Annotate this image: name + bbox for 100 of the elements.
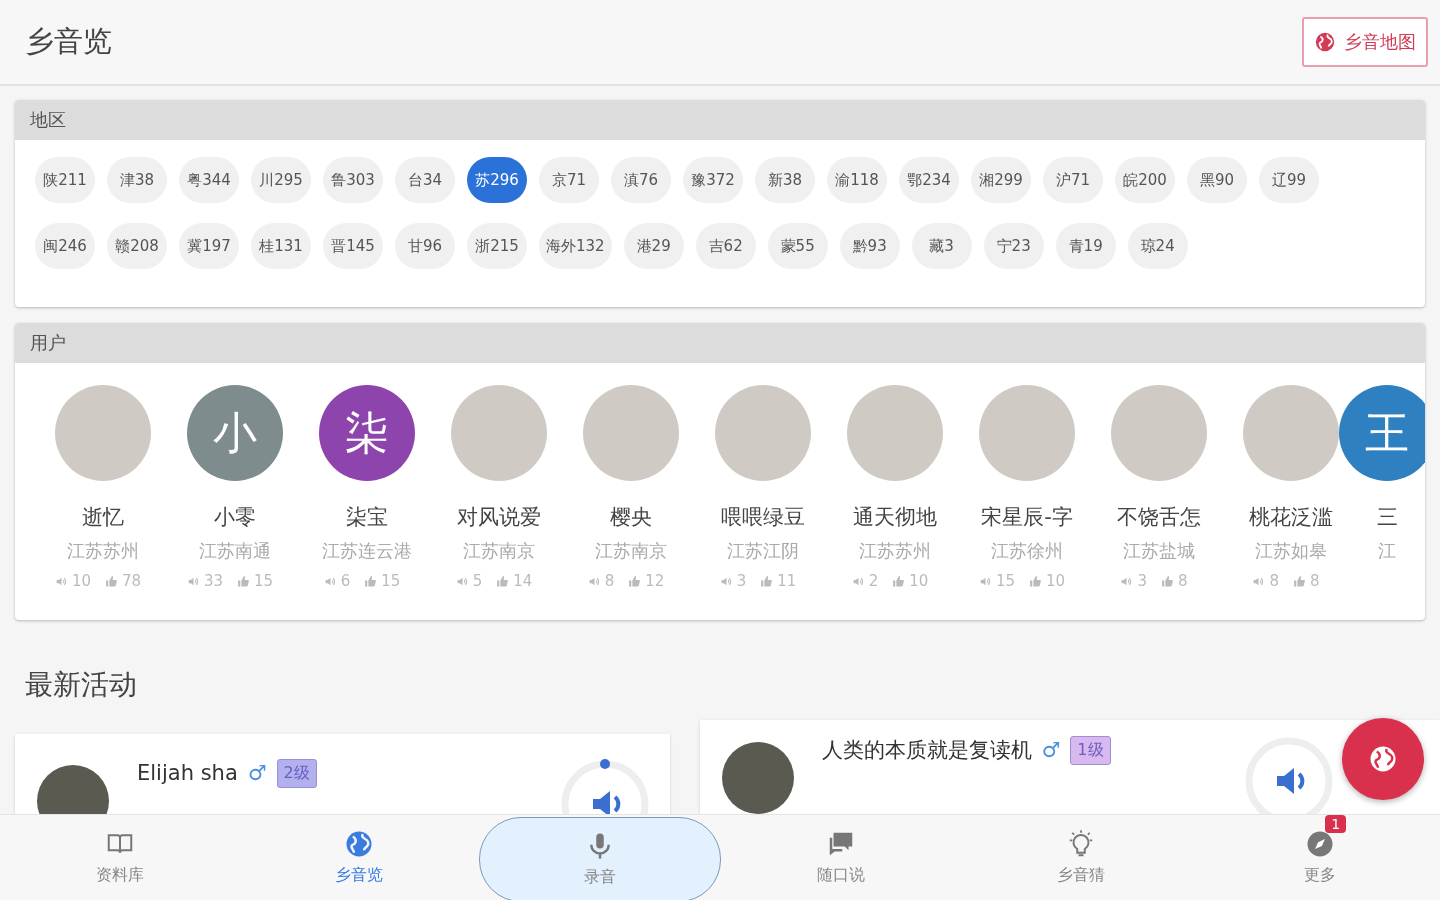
- globe-icon: [1314, 31, 1336, 53]
- page-title: 乡音览: [25, 23, 112, 60]
- nav-tab[interactable]: 乡音览: [239, 815, 480, 900]
- recordings-count: 8: [1269, 572, 1279, 590]
- region-chip[interactable]: 琼24: [1127, 223, 1188, 269]
- nav-tab[interactable]: 1 更多: [1200, 815, 1440, 900]
- region-chip[interactable]: 蒙55: [767, 223, 828, 269]
- region-chip[interactable]: 海外132: [539, 223, 612, 269]
- map-button[interactable]: 乡音地图: [1302, 17, 1428, 67]
- section-header: 地区: [15, 100, 1425, 140]
- likes-count: 8: [1310, 572, 1320, 590]
- user-name: 不饶舌怎: [1117, 504, 1201, 531]
- thumbs-up-icon: [1293, 574, 1306, 588]
- recordings-count: 3: [1137, 572, 1147, 590]
- thumbs-up-icon: [105, 574, 118, 588]
- user-name: 对风说爱: [457, 504, 541, 531]
- user-location: 江苏南京: [595, 539, 667, 563]
- play-button[interactable]: [1244, 736, 1334, 814]
- region-chip[interactable]: 甘96: [395, 223, 455, 269]
- user-location: 江苏江阴: [727, 539, 799, 563]
- region-chip[interactable]: 桂131: [251, 223, 311, 269]
- recordings-count: 2: [868, 572, 879, 590]
- likes-count: 14: [513, 572, 533, 590]
- thumbs-up-icon: [1161, 574, 1174, 588]
- user-name: 樱央: [610, 504, 652, 531]
- region-chip[interactable]: 冀197: [179, 223, 239, 269]
- notification-badge: 1: [1325, 815, 1347, 833]
- user-location: 江: [1378, 539, 1396, 563]
- region-chip[interactable]: 陕211: [35, 157, 95, 203]
- likes-count: 15: [254, 572, 274, 590]
- recordings-count: 5: [472, 572, 483, 590]
- region-chip[interactable]: 川295: [251, 157, 311, 203]
- gender-symbol: ♂: [247, 759, 267, 787]
- user-location: 江苏苏州: [67, 539, 139, 563]
- level-badge: 1级: [1070, 736, 1111, 765]
- thumbs-up-icon: [628, 574, 642, 588]
- user-location: 江苏徐州: [991, 539, 1063, 563]
- region-chip[interactable]: 黑90: [1187, 157, 1247, 203]
- region-chip[interactable]: 赣208: [107, 223, 167, 269]
- section-title: 最新活动: [25, 667, 137, 703]
- region-chip[interactable]: 湘299: [971, 157, 1031, 203]
- level-badge: 2级: [276, 759, 317, 788]
- thumbs-up-icon: [760, 574, 774, 588]
- region-chip[interactable]: 鄂234: [899, 157, 959, 203]
- thumbs-up-icon: [892, 574, 906, 588]
- recordings-count: 15: [995, 572, 1015, 590]
- region-chip[interactable]: 浙215: [467, 223, 527, 269]
- user-location: 江苏盐城: [1123, 539, 1195, 563]
- region-chip[interactable]: 晋145: [323, 223, 383, 269]
- region-chip[interactable]: 豫372: [683, 157, 743, 203]
- thumbs-up-icon: [1029, 574, 1042, 588]
- region-chip[interactable]: 青19: [1055, 223, 1116, 269]
- region-chip[interactable]: 闽246: [35, 223, 95, 269]
- region-chip[interactable]: 苏296: [467, 157, 527, 203]
- user-name: 三: [1376, 504, 1398, 531]
- recordings-count: 6: [340, 572, 351, 590]
- likes-count: 12: [645, 572, 665, 590]
- region-chip[interactable]: 辽99: [1259, 157, 1319, 203]
- region-chip[interactable]: 津38: [107, 157, 167, 203]
- user-name: 喂喂绿豆: [721, 504, 805, 531]
- user-name: 宋星辰-字: [981, 504, 1073, 531]
- region-chip[interactable]: 粤344: [179, 157, 239, 203]
- user-name: 逝忆: [82, 504, 124, 531]
- region-chip[interactable]: 沪71: [1043, 157, 1103, 203]
- recordings-count: 3: [736, 572, 747, 590]
- user-name: 人类的本质就是复读机: [821, 736, 1032, 764]
- recordings-count: 8: [604, 572, 615, 590]
- region-chip[interactable]: 藏3: [911, 223, 972, 269]
- likes-count: 10: [909, 572, 929, 590]
- user-name: 柒宝: [346, 504, 388, 531]
- user-avatar[interactable]: 柒: [319, 385, 415, 481]
- likes-count: 15: [381, 572, 401, 590]
- user-location: 江苏苏州: [859, 539, 931, 563]
- region-chip[interactable]: 吉62: [695, 223, 756, 269]
- gender-symbol: ♂: [1041, 736, 1061, 764]
- likes-count: 11: [777, 572, 797, 590]
- region-chip[interactable]: 台34: [395, 157, 455, 203]
- user-name: 小零: [214, 504, 256, 531]
- recordings-count: 10: [71, 572, 91, 590]
- region-chip[interactable]: 新38: [755, 157, 815, 203]
- thumbs-up-icon: [237, 574, 250, 588]
- region-chip[interactable]: 宁23: [983, 223, 1044, 269]
- region-chip[interactable]: 皖200: [1115, 157, 1175, 203]
- region-chip[interactable]: 黔93: [839, 223, 900, 269]
- likes-count: 78: [122, 572, 142, 590]
- section-header: 用户: [15, 323, 1425, 363]
- region-chip[interactable]: 渝118: [827, 157, 887, 203]
- user-name: 通天彻地: [853, 504, 937, 531]
- region-chip[interactable]: 港29: [623, 223, 684, 269]
- region-chip[interactable]: 鲁303: [323, 157, 383, 203]
- thumbs-up-icon: [496, 574, 510, 588]
- user-name: Elijah sha: [137, 759, 238, 787]
- globe-icon: [1368, 744, 1398, 774]
- region-chip[interactable]: 京71: [539, 157, 599, 203]
- user-avatar[interactable]: 王: [1339, 385, 1425, 481]
- user-name: 桃花泛滥: [1249, 504, 1333, 531]
- region-chip[interactable]: 滇76: [611, 157, 671, 203]
- user-location: 江苏南京: [463, 539, 535, 563]
- thumbs-up-icon: [364, 574, 378, 588]
- user-location: 江苏南通: [199, 539, 271, 563]
